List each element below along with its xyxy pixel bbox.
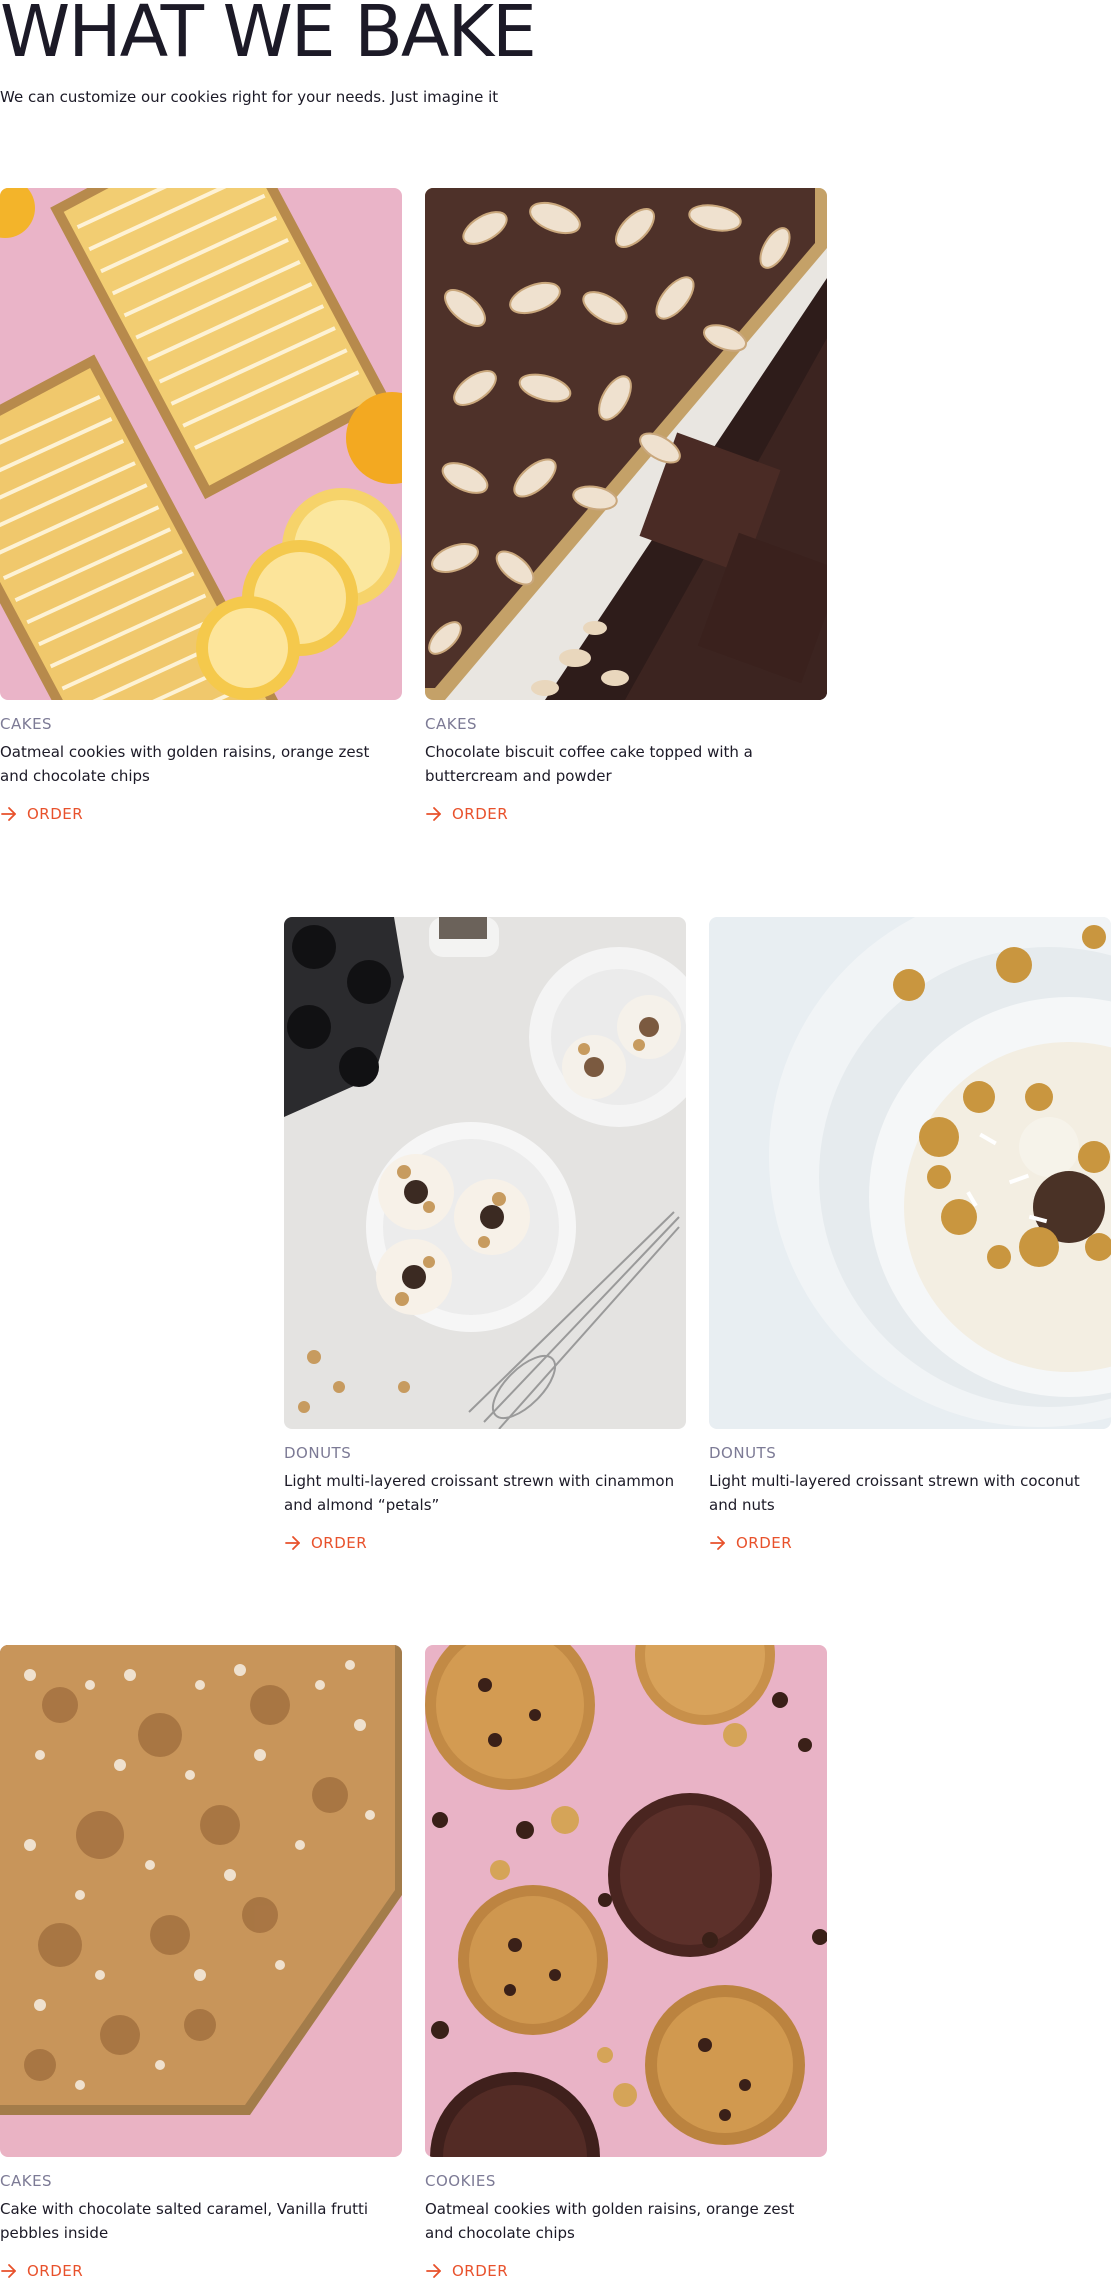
card-description: Cake with chocolate salted caramel, Vani… <box>0 2200 369 2242</box>
card-description: Oatmeal cookies with golden raisins, ora… <box>425 2200 795 2242</box>
card-category: DONUTS <box>709 1444 777 1462</box>
order-label: ORDER <box>27 2262 84 2280</box>
chocolate-chip-cookies-image[interactable] <box>425 1645 827 2157</box>
page-title: WHAT WE BAKE <box>0 0 537 73</box>
arrow-right-icon <box>1 2264 16 2278</box>
arrow-right-icon <box>1 807 16 821</box>
card-category: CAKES <box>0 715 53 733</box>
product-card: DONUTS Light multi-layered croissant str… <box>709 917 1111 1556</box>
order-link[interactable]: ORDER <box>0 2261 83 2281</box>
product-card: CAKES Chocolate biscuit coffee cake topp… <box>425 188 827 827</box>
coconut-crumb-cake-image[interactable] <box>0 1645 402 2157</box>
order-link[interactable]: ORDER <box>709 1533 792 1553</box>
arrow-right-icon <box>710 1536 725 1550</box>
order-label: ORDER <box>452 2262 509 2280</box>
card-category: COOKIES <box>425 2172 496 2190</box>
arrow-right-icon <box>285 1536 300 1550</box>
walnut-donut-image[interactable] <box>709 917 1111 1429</box>
order-label: ORDER <box>311 1534 368 1552</box>
card-description: Chocolate biscuit coffee cake topped wit… <box>425 743 753 785</box>
order-link[interactable]: ORDER <box>425 2261 508 2281</box>
card-category: DONUTS <box>284 1444 352 1462</box>
order-link[interactable]: ORDER <box>284 1533 367 1553</box>
card-category: CAKES <box>0 2172 53 2190</box>
order-link[interactable]: ORDER <box>425 804 508 824</box>
order-link[interactable]: ORDER <box>0 804 83 824</box>
lemon-loaf-cake-image[interactable] <box>0 188 402 700</box>
arrow-right-icon <box>426 807 441 821</box>
page-subtitle: We can customize our cookies right for y… <box>0 88 499 106</box>
glazed-donuts-image[interactable] <box>284 917 686 1429</box>
almond-chocolate-cake-image[interactable] <box>425 188 827 700</box>
order-label: ORDER <box>27 805 84 823</box>
order-label: ORDER <box>452 805 509 823</box>
product-card: DONUTS Light multi-layered croissant str… <box>284 917 686 1556</box>
card-description: Light multi-layered croissant strewn wit… <box>709 1472 1080 1514</box>
product-card: COOKIES Oatmeal cookies with golden rais… <box>425 1645 827 2284</box>
card-description: Light multi-layered croissant strewn wit… <box>284 1472 675 1514</box>
product-card: CAKES Cake with chocolate salted caramel… <box>0 1645 402 2284</box>
card-category: CAKES <box>425 715 478 733</box>
arrow-right-icon <box>426 2264 441 2278</box>
card-description: Oatmeal cookies with golden raisins, ora… <box>0 743 370 785</box>
order-label: ORDER <box>736 1534 793 1552</box>
product-card: CAKES Oatmeal cookies with golden raisin… <box>0 188 402 827</box>
